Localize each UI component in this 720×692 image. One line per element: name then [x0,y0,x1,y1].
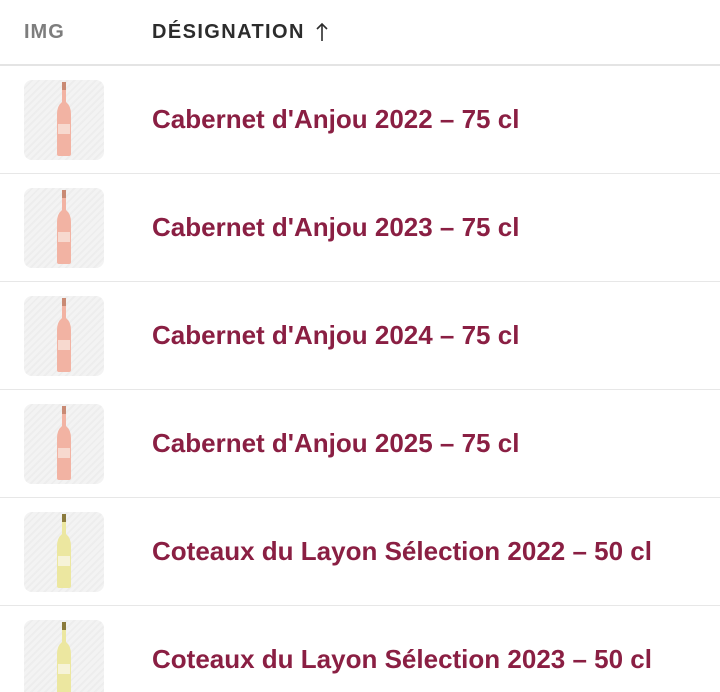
table-header: IMG DÉSIGNATION [0,0,720,66]
wine-bottle-icon [57,621,71,692]
table-row: Cabernet d'Anjou 2022 – 75 cl [0,66,720,174]
table-row: Coteaux du Layon Sélection 2022 – 50 cl [0,498,720,606]
table-row: Cabernet d'Anjou 2024 – 75 cl [0,282,720,390]
product-thumbnail[interactable] [24,403,104,484]
column-header-img: IMG [24,20,65,43]
table-row: Coteaux du Layon Sélection 2023 – 50 cl [0,606,720,692]
column-header-designation[interactable]: DÉSIGNATION [152,21,329,44]
product-link[interactable]: Cabernet d'Anjou 2024 – 75 cl [152,320,519,351]
product-thumbnail[interactable] [24,295,104,376]
wine-bottle-icon [57,189,71,264]
column-header-designation-label: DÉSIGNATION [152,20,305,43]
wine-bottle-icon [57,297,71,372]
product-link[interactable]: Cabernet d'Anjou 2023 – 75 cl [152,212,519,243]
table-row: Cabernet d'Anjou 2023 – 75 cl [0,174,720,282]
product-thumbnail[interactable] [24,187,104,268]
table-row: Cabernet d'Anjou 2025 – 75 cl [0,390,720,498]
product-link[interactable]: Coteaux du Layon Sélection 2023 – 50 cl [152,644,652,675]
product-link[interactable]: Cabernet d'Anjou 2025 – 75 cl [152,428,519,459]
product-link[interactable]: Cabernet d'Anjou 2022 – 75 cl [152,104,519,135]
product-thumbnail[interactable] [24,79,104,160]
wine-bottle-icon [57,81,71,156]
product-thumbnail[interactable] [24,511,104,592]
sort-ascending-icon [316,22,328,41]
product-table: IMG DÉSIGNATION Cabernet d'Anjou 2022 – … [0,0,720,692]
wine-bottle-icon [57,405,71,480]
product-link[interactable]: Coteaux du Layon Sélection 2022 – 50 cl [152,536,652,567]
product-thumbnail[interactable] [24,619,104,692]
wine-bottle-icon [57,513,71,588]
